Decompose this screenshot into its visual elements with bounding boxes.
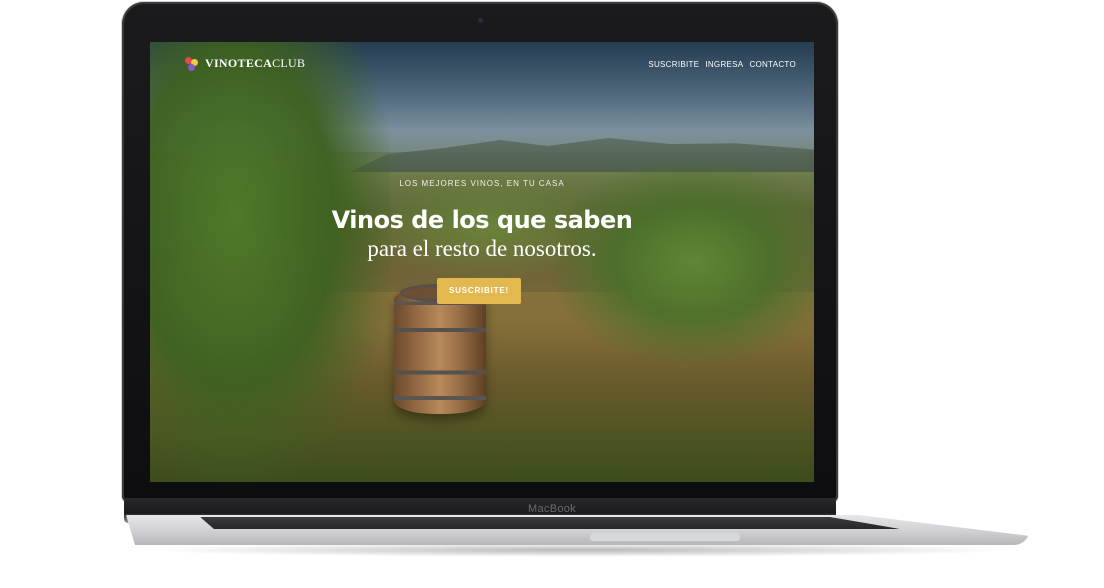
subscribe-button[interactable]: SUSCRIBITE!: [437, 278, 521, 304]
logo-name-light: CLUB: [272, 56, 306, 70]
device-brand-label: MacBook: [528, 503, 576, 515]
hero-vines-left: [150, 42, 390, 482]
keyboard: [200, 517, 900, 529]
top-nav: SUSCRIBITE INGRESA CONTACTO: [648, 60, 796, 69]
hero-vines-right: [554, 162, 814, 362]
logo-dots-icon: [185, 56, 199, 71]
hero-kicker: LOS MEJORES VINOS, EN TU CASA: [399, 179, 565, 188]
nav-link-ingresa[interactable]: INGRESA: [705, 60, 743, 69]
base-shadow: [140, 543, 1020, 557]
hero-subheadline: para el resto de nosotros.: [367, 236, 597, 261]
nav-link-contacto[interactable]: CONTACTO: [749, 60, 796, 69]
logo-name-bold: VINOTECA: [205, 56, 273, 70]
hero-headline: Vinos de los que saben: [331, 206, 633, 234]
wine-barrel-image: [394, 286, 486, 414]
laptop-mockup: MacBook VINOTECACLUB SUSCRIBITE INGRESA …: [0, 0, 1104, 588]
logo-text: VINOTECACLUB: [205, 56, 305, 71]
trackpad: [590, 533, 740, 541]
nav-link-suscribite[interactable]: SUSCRIBITE: [648, 60, 699, 69]
camera-icon: [478, 18, 483, 23]
screen: VINOTECACLUB SUSCRIBITE INGRESA CONTACTO…: [150, 42, 814, 482]
site-logo[interactable]: VINOTECACLUB: [185, 56, 305, 71]
